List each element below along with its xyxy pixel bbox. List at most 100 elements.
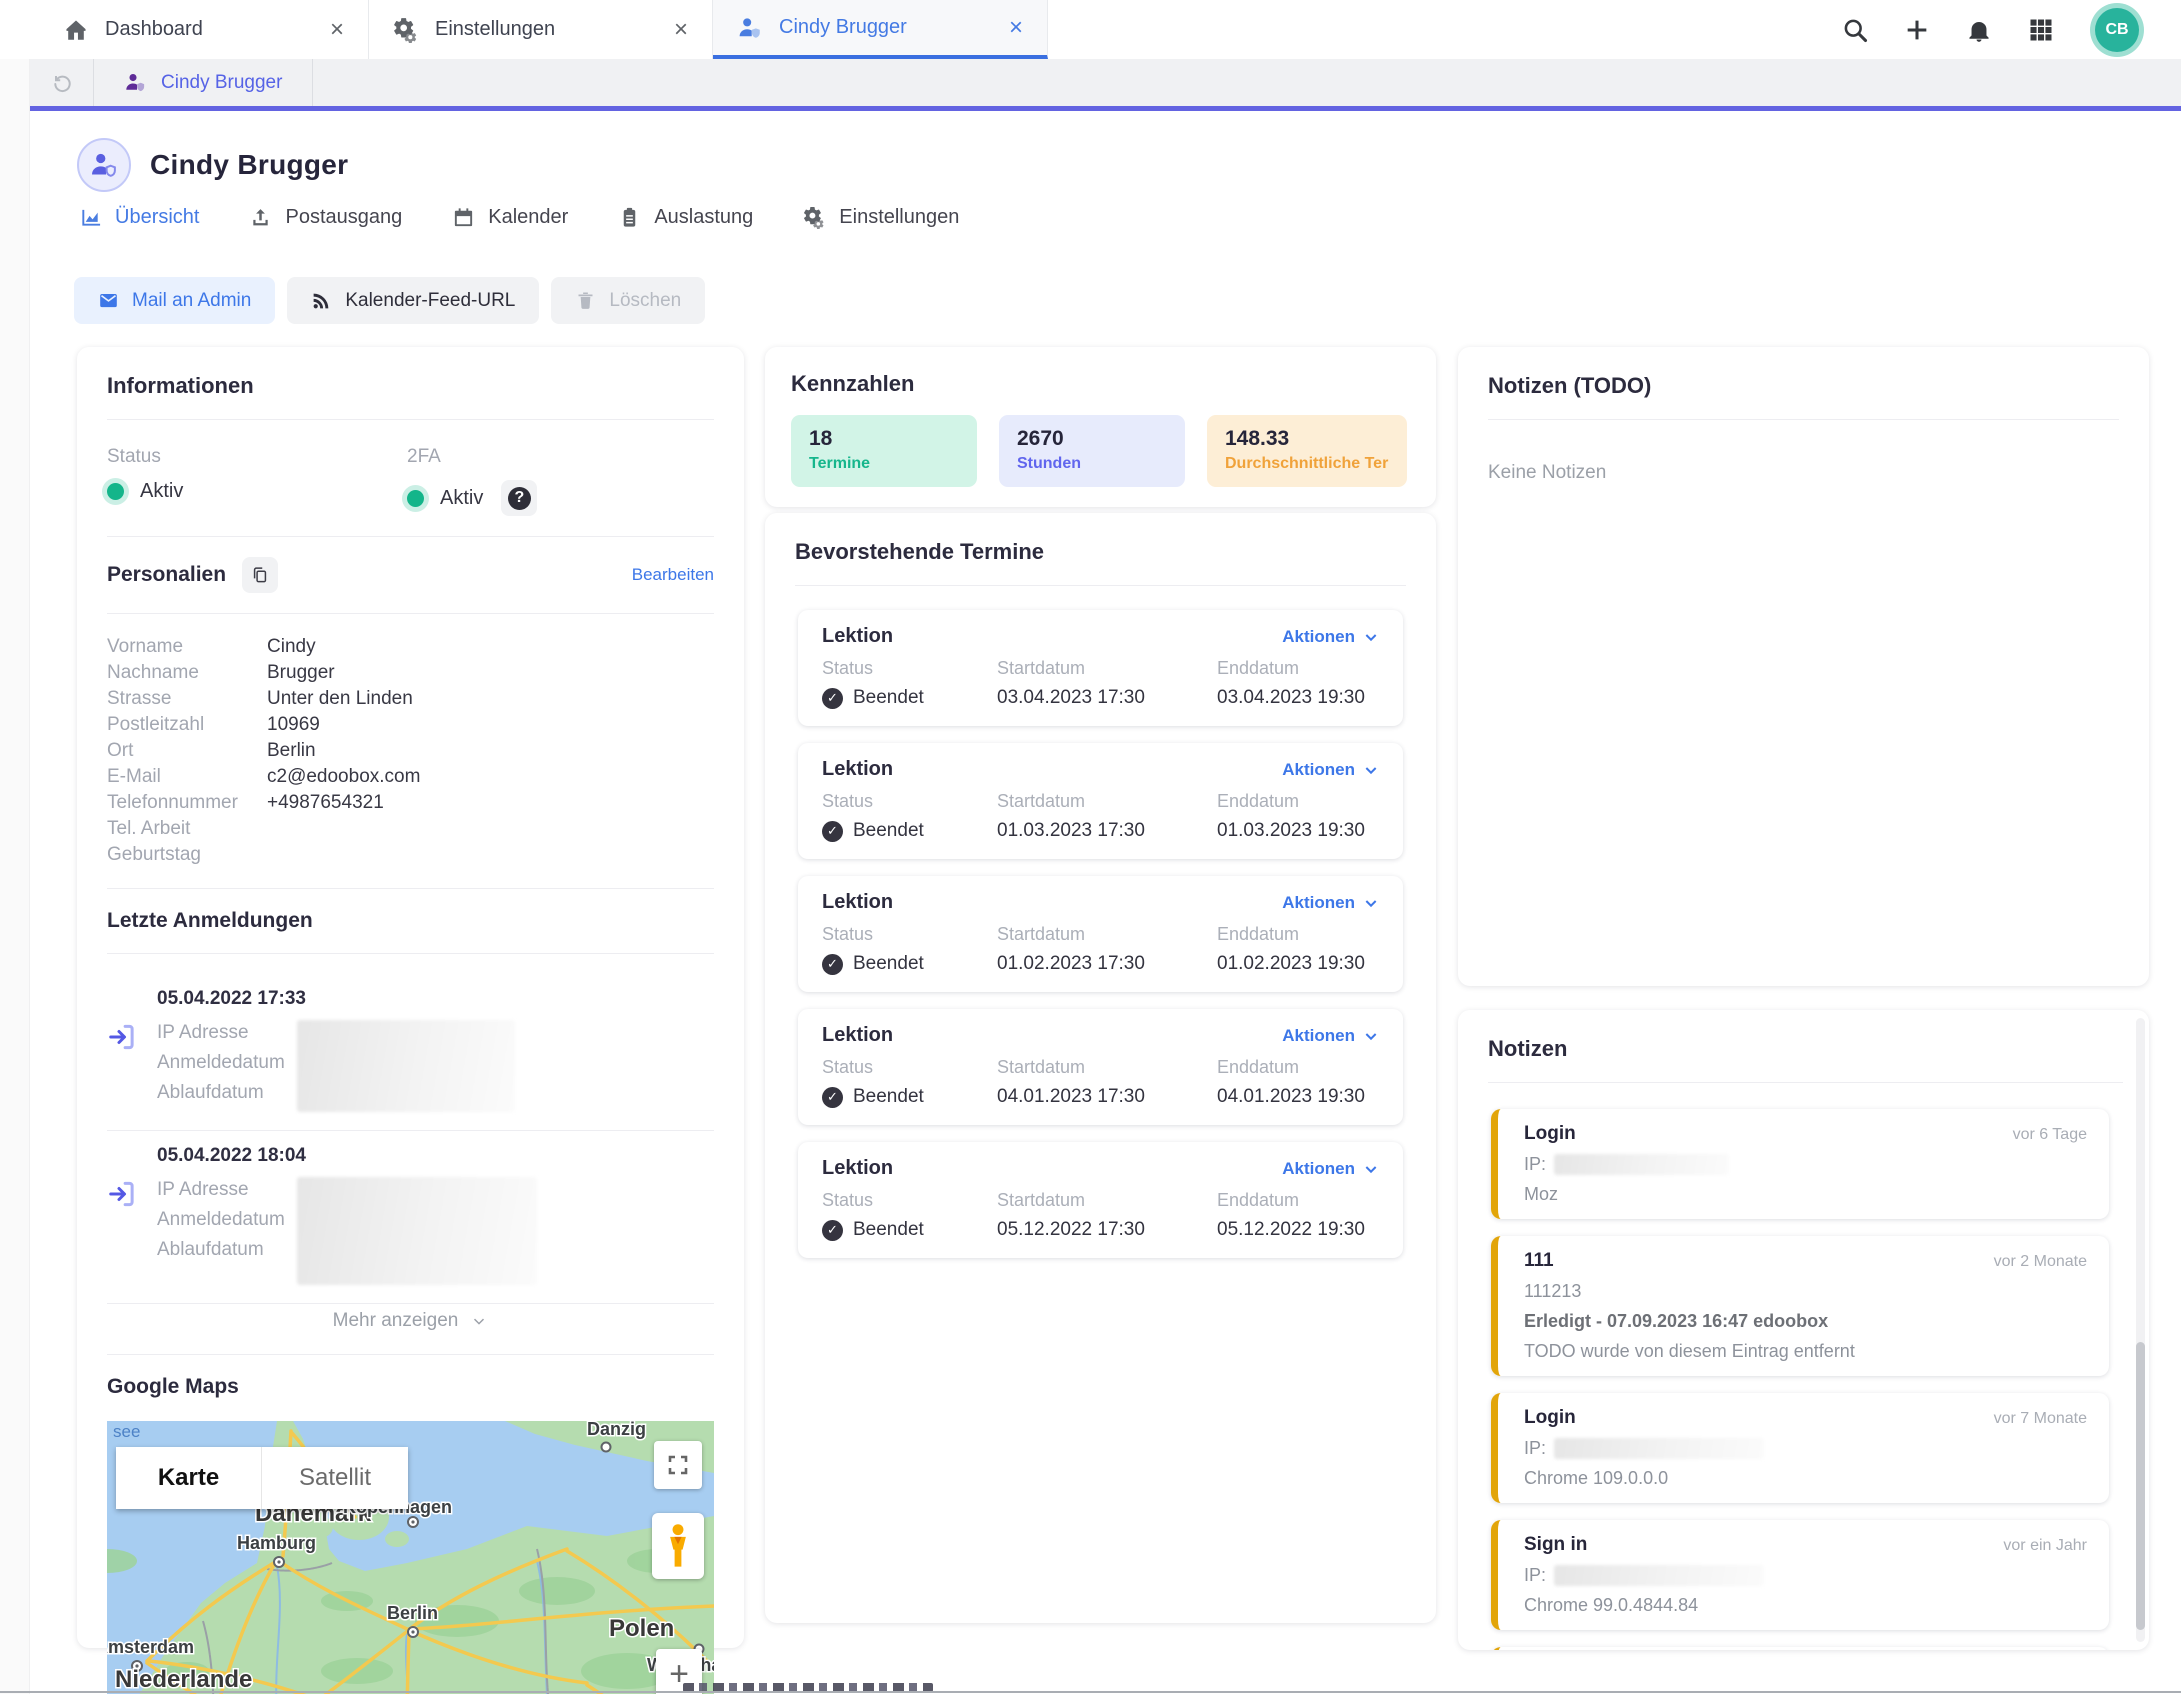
profile-nav-tabs: Übersicht Postausgang Kalender Auslastun… (79, 206, 959, 229)
note-line: Moz (1524, 1184, 2087, 1205)
tab-label: Dashboard (105, 18, 203, 41)
tab-auslastung[interactable]: Auslastung (618, 206, 753, 229)
mehr-anzeigen-link[interactable]: Mehr anzeigen (107, 1304, 714, 1334)
close-icon[interactable]: × (648, 16, 688, 44)
start-label: Startdatum (997, 1057, 1217, 1078)
menu-label: Aktionen (1282, 760, 1355, 780)
status-value: Beendet (853, 1086, 924, 1108)
aktionen-menu-button[interactable]: Aktionen (1282, 1026, 1379, 1046)
tab-uebersicht[interactable]: Übersicht (79, 206, 199, 229)
tab-postausgang[interactable]: Postausgang (249, 206, 402, 229)
check-circle-icon: ✓ (822, 688, 843, 709)
gears-icon (803, 206, 826, 229)
aktionen-menu-button[interactable]: Aktionen (1282, 760, 1379, 780)
divider (107, 536, 714, 537)
divider (107, 419, 714, 420)
chevron-down-icon (470, 1312, 488, 1330)
scrollbar-thumb[interactable] (2136, 1342, 2145, 1629)
divider (107, 953, 714, 954)
card-title: Bevorstehende Termine (795, 539, 1406, 565)
chevron-down-icon (1363, 1028, 1379, 1044)
topbar-actions: CB (1841, 0, 2181, 59)
map-pegman-control[interactable] (652, 1513, 704, 1579)
close-icon[interactable]: × (304, 16, 344, 44)
login-icon (107, 1179, 137, 1209)
notizen-card: Notizen Loginvor 6 Tage IP: Moz 111vor 2… (1458, 1010, 2149, 1650)
kalender-feed-url-button[interactable]: Kalender-Feed-URL (287, 277, 539, 324)
field-row: Telefonnummer+4987654321 (107, 790, 714, 816)
google-map[interactable]: see Dänemark Kopenhagen Danzig Hamburg B… (107, 1421, 714, 1694)
card-title: Informationen (107, 373, 714, 399)
status-label: Status (822, 791, 997, 812)
person-shield-icon (89, 150, 119, 180)
loeschen-button[interactable]: Löschen (551, 277, 705, 324)
tab-label: Cindy Brugger (779, 16, 907, 39)
map-karte-button[interactable]: Karte (116, 1447, 262, 1509)
tab-label: Kalender (488, 206, 568, 229)
home-icon (63, 17, 89, 43)
start-label: Startdatum (997, 1190, 1217, 1211)
rss-icon (311, 290, 332, 311)
end-value: 01.02.2023 19:30 (1217, 953, 1365, 975)
add-icon[interactable] (1903, 16, 1931, 44)
start-value: 03.04.2023 17:30 (997, 687, 1217, 709)
end-label: Enddatum (1217, 658, 1365, 679)
termin-item: Lektion Aktionen Status✓Beendet Startdat… (798, 1142, 1403, 1258)
session-subbar: Cindy Brugger (30, 59, 2181, 106)
tab-dashboard[interactable]: Dashboard × (39, 0, 369, 59)
chevron-down-icon (1363, 1161, 1379, 1177)
button-label: Kalender-Feed-URL (345, 290, 515, 312)
mail-an-admin-button[interactable]: Mail an Admin (74, 277, 275, 324)
subtab-cindy-brugger[interactable]: Cindy Brugger (94, 59, 313, 106)
divider (107, 1354, 714, 1355)
close-icon[interactable]: × (983, 14, 1023, 42)
redacted-login-values (297, 1020, 515, 1112)
tab-einstellungen[interactable]: Einstellungen × (369, 0, 713, 59)
keine-notizen-text: Keine Notizen (1488, 462, 2119, 484)
notes-scrollbar[interactable] (2136, 1018, 2145, 1642)
tab-einstellungen-profile[interactable]: Einstellungen (803, 206, 959, 229)
copy-button[interactable] (242, 557, 278, 593)
tab-label: Auslastung (654, 206, 753, 229)
login-entry: 05.04.2022 18:04 IP Adresse Anmeldedatum… (107, 1131, 714, 1303)
menu-label: Aktionen (1282, 893, 1355, 913)
tab-cindy-brugger[interactable]: Cindy Brugger × (713, 0, 1048, 59)
personalien-fields: VornameCindy NachnameBrugger StrasseUnte… (107, 634, 714, 868)
note-line: Chrome 99.0.4844.84 (1524, 1595, 2087, 1616)
map-fullscreen-button[interactable] (654, 1441, 702, 1489)
tfa-help-button[interactable]: ? (501, 480, 537, 516)
user-avatar[interactable]: CB (2095, 8, 2139, 52)
notifications-icon[interactable] (1965, 16, 1993, 44)
status-label: Status (822, 658, 997, 679)
google-maps-title: Google Maps (107, 1375, 714, 1399)
end-value: 04.01.2023 19:30 (1217, 1086, 1365, 1108)
aktionen-menu-button[interactable]: Aktionen (1282, 1159, 1379, 1179)
divider (1488, 419, 2119, 420)
apps-grid-icon[interactable] (2027, 16, 2055, 44)
note-time: vor 2 Monate (1994, 1253, 2087, 1271)
link-label: Mehr anzeigen (333, 1310, 459, 1332)
login-date: 05.04.2022 17:33 (157, 988, 515, 1010)
aktionen-menu-button[interactable]: Aktionen (1282, 893, 1379, 913)
map-satellit-button[interactable]: Satellit (262, 1447, 408, 1509)
aktionen-menu-button[interactable]: Aktionen (1282, 627, 1379, 647)
tab-label: Übersicht (115, 206, 199, 229)
tab-kalender[interactable]: Kalender (452, 206, 568, 229)
status-value: Beendet (853, 953, 924, 975)
tab-label: Postausgang (285, 206, 402, 229)
field-row: NachnameBrugger (107, 660, 714, 686)
bearbeiten-link[interactable]: Bearbeiten (632, 565, 714, 585)
start-value: 05.12.2022 17:30 (997, 1219, 1217, 1241)
personalien-title: Personalien (107, 563, 226, 587)
note-line: Chrome 109.0.0.0 (1524, 1468, 2087, 1489)
redacted-login-values (297, 1177, 537, 1285)
button-label: Mail an Admin (132, 290, 251, 312)
history-button[interactable] (30, 59, 94, 106)
search-icon[interactable] (1841, 16, 1869, 44)
note-title: Sign in (1524, 1534, 1587, 1556)
browser-tabbar: Dashboard × Einstellungen × Cindy Brugge… (0, 0, 2181, 59)
menu-label: Aktionen (1282, 1159, 1355, 1179)
end-label: Enddatum (1217, 924, 1365, 945)
map-label-berlin: Berlin (387, 1603, 438, 1623)
subtab-label: Cindy Brugger (161, 72, 282, 94)
